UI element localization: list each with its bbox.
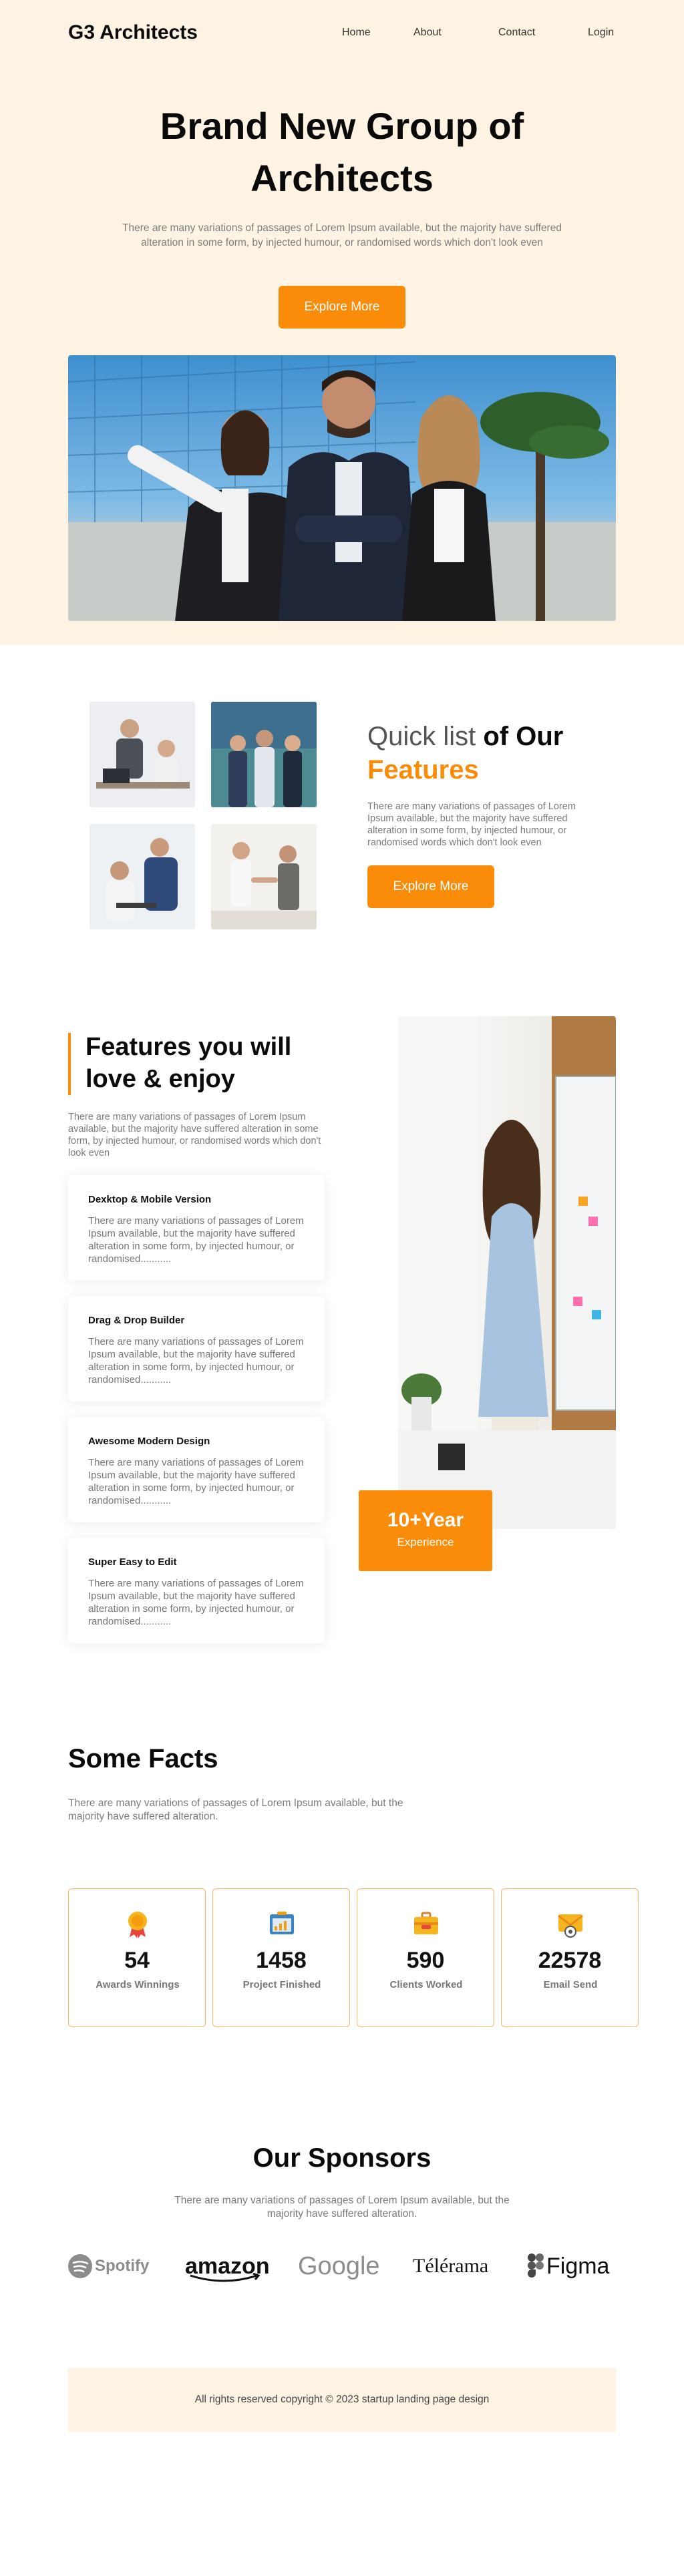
fact-value: 22578 bbox=[538, 1948, 602, 1973]
sponsor-logo-label: Spotify bbox=[95, 2257, 150, 2275]
feature-card-text: There are many variations of passages of… bbox=[88, 1578, 304, 1627]
fact-label: Project Finished bbox=[242, 1979, 321, 1990]
laptop-collab-illustration bbox=[90, 824, 195, 929]
feature-card-title: Awesome Modern Design bbox=[88, 1436, 210, 1447]
fact-card: 590 Clients Worked bbox=[357, 1888, 494, 2027]
fact-label: Clients Worked bbox=[389, 1979, 463, 1990]
quick-list-text: There are many variations of passages of… bbox=[367, 801, 576, 848]
facts-text: There are many variations of passages of… bbox=[68, 1797, 403, 1822]
features-accent-bar bbox=[68, 1033, 71, 1095]
sponsor-logo-spotify[interactable]: Spotify bbox=[68, 2249, 149, 2284]
project-board-icon bbox=[270, 1912, 294, 1934]
figma-icon bbox=[528, 2253, 544, 2278]
amazon-smile-icon bbox=[190, 2273, 261, 2282]
fact-label: Awards Winnings bbox=[96, 1979, 180, 1990]
feature-card-text: There are many variations of passages of… bbox=[88, 1215, 304, 1265]
fact-label: Email Send bbox=[543, 1979, 598, 1990]
nav-about-link[interactable]: About bbox=[413, 27, 442, 39]
hero-subtitle: There are many variations of passages of… bbox=[122, 222, 562, 248]
sponsor-logo-label: Télérama bbox=[413, 2255, 489, 2277]
fact-card: 1458 Project Finished bbox=[212, 1888, 350, 2027]
experience-badge: 10+Year Experience bbox=[359, 1490, 492, 1571]
meeting-photo bbox=[90, 702, 195, 807]
sponsors-title: Our Sponsors bbox=[252, 2143, 432, 2173]
nav-home-link[interactable]: Home bbox=[342, 27, 371, 39]
sponsor-logo-label: Google bbox=[298, 2251, 380, 2280]
brand-logo[interactable]: G3 Architects bbox=[68, 21, 198, 44]
hero-title: Brand New Group of Architects bbox=[160, 105, 524, 199]
email-envelope-icon bbox=[558, 1914, 583, 1938]
office-illustration bbox=[398, 1016, 616, 1529]
experience-value: 10+Year bbox=[387, 1509, 464, 1531]
feature-card: Super Easy to Edit There are many variat… bbox=[68, 1538, 325, 1643]
experience-label: Experience bbox=[397, 1536, 454, 1548]
quick-list-title-light: Quick list bbox=[367, 722, 484, 751]
sponsor-logo-amazon[interactable]: amazon bbox=[185, 2249, 270, 2284]
footer-copyright: All rights reserved copyright © 2023 sta… bbox=[68, 2368, 616, 2432]
feature-card-title: Dexktop & Mobile Version bbox=[88, 1194, 212, 1205]
spotify-icon bbox=[68, 2254, 92, 2278]
hero-team-photo bbox=[68, 355, 616, 621]
fact-value: 54 bbox=[124, 1948, 150, 1973]
facts-title: Some Facts bbox=[68, 1744, 218, 1773]
sponsor-logo-google[interactable]: Google bbox=[298, 2249, 380, 2284]
fact-card: 22578 Email Send bbox=[501, 1888, 639, 2027]
quick-list-title-accent: Features bbox=[367, 755, 479, 785]
meeting-illustration bbox=[90, 702, 195, 807]
sponsor-logo-telerama[interactable]: Télérama bbox=[413, 2249, 488, 2284]
features-title: Features you will love & enjoy bbox=[86, 1033, 292, 1093]
feature-card-title: Super Easy to Edit bbox=[88, 1556, 177, 1568]
quick-list-title: Quick list of Our Features bbox=[367, 720, 563, 787]
feature-card: Awesome Modern Design There are many var… bbox=[68, 1417, 325, 1522]
handshake-photo bbox=[211, 824, 317, 929]
hero-explore-button[interactable]: Explore More bbox=[279, 286, 405, 329]
nav-contact-link[interactable]: Contact bbox=[498, 27, 535, 39]
sponsor-logo-figma[interactable]: Figma bbox=[528, 2249, 609, 2284]
office-woman-photo bbox=[398, 1016, 616, 1529]
sponsor-logo-label: Figma bbox=[546, 2253, 610, 2279]
team-small-illustration bbox=[211, 702, 317, 807]
laptop-collab-photo bbox=[90, 824, 195, 929]
features-text: There are many variations of passages of… bbox=[68, 1112, 321, 1158]
sponsors-text: There are many variations of passages of… bbox=[174, 2195, 510, 2219]
nav-login-link[interactable]: Login bbox=[588, 27, 614, 39]
fact-value: 590 bbox=[406, 1948, 445, 1973]
fact-value: 1458 bbox=[256, 1948, 307, 1973]
feature-card-title: Drag & Drop Builder bbox=[88, 1315, 185, 1326]
quick-list-explore-button[interactable]: Explore More bbox=[367, 865, 494, 908]
quick-list-title-bold: of Our bbox=[483, 722, 564, 751]
feature-card: Drag & Drop Builder There are many varia… bbox=[68, 1296, 325, 1402]
award-ribbon-icon bbox=[128, 1912, 147, 1938]
team-photo bbox=[211, 702, 317, 807]
fact-card: 54 Awards Winnings bbox=[68, 1888, 206, 2027]
handshake-illustration bbox=[211, 824, 317, 929]
clients-briefcase-icon bbox=[414, 1912, 438, 1934]
feature-card: Dexktop & Mobile Version There are many … bbox=[68, 1175, 325, 1281]
feature-card-text: There are many variations of passages of… bbox=[88, 1457, 304, 1506]
feature-card-text: There are many variations of passages of… bbox=[88, 1336, 304, 1385]
team-illustration bbox=[68, 355, 616, 621]
